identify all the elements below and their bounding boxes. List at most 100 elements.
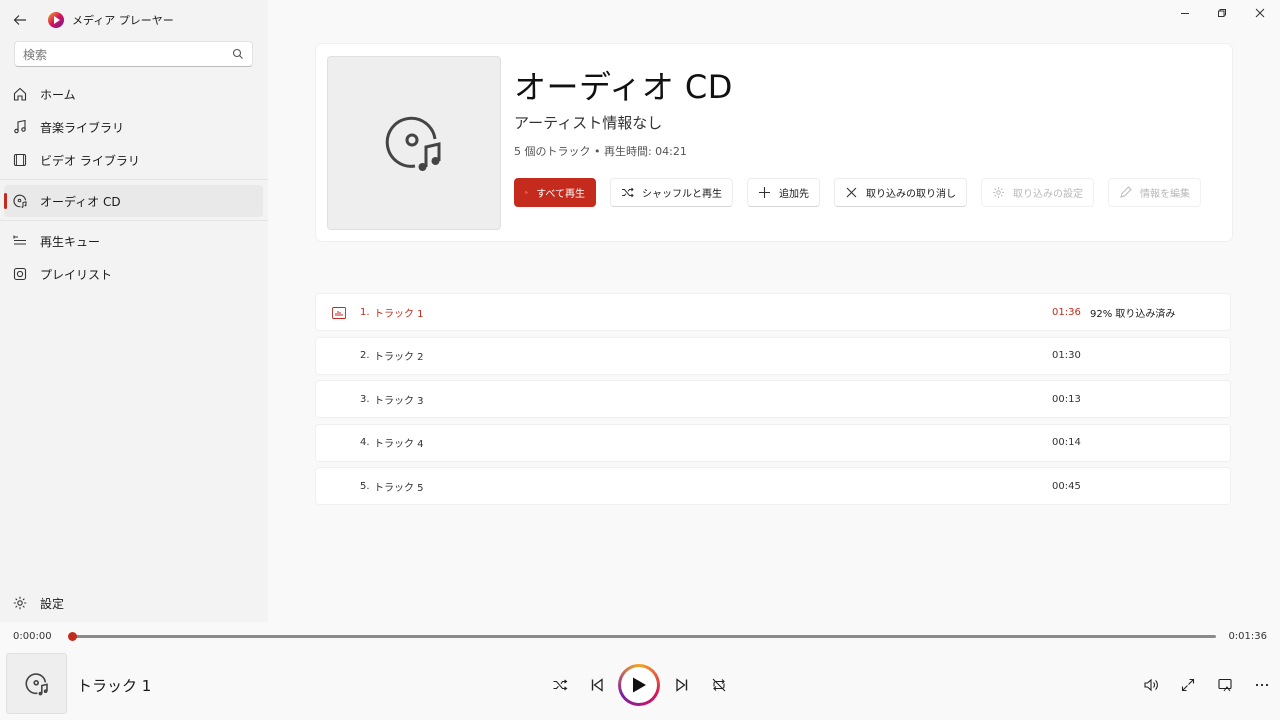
play-all-label: すべて再生 [536,189,585,200]
track-title: トラック 2 [374,352,424,363]
edit-info-button[interactable]: 情報を編集 [1108,178,1201,207]
volume-button[interactable] [1137,671,1165,699]
cd-icon [13,194,27,208]
elapsed-time: 0:00:00 [13,631,52,642]
sidebar-item-label: プレイリスト [40,267,113,282]
back-arrow-icon [13,15,26,25]
add-to-label: 追加先 [779,189,809,200]
cancel-rip-label: 取り込みの取り消し [866,189,956,200]
sidebar-item-play-queue[interactable]: 再生キュー [4,225,263,257]
sidebar-item-music-library[interactable]: 音楽ライブラリ [4,111,263,143]
now-playing-title: トラック 1 [77,677,152,695]
shuffle-button[interactable] [546,671,574,699]
table-row[interactable]: 1. トラック 1 01:36 92% 取り込み済み [315,293,1231,331]
table-row[interactable]: 4. トラック 4 00:14 [315,423,1231,462]
sidebar-item-label: 音楽ライブラリ [40,120,125,135]
sidebar-item-label: オーディオ CD [40,194,121,209]
nav-divider [0,220,268,221]
shuffle-icon [622,187,634,198]
now-playing-thumbnail[interactable] [6,653,67,714]
search-placeholder: 検索 [23,47,48,62]
app-title: メディア プレーヤー [72,14,174,27]
music-note-icon [14,119,26,134]
mini-player-icon [1218,678,1232,692]
fullscreen-button[interactable] [1174,671,1202,699]
previous-button[interactable] [583,671,611,699]
play-all-button[interactable]: すべて再生 [514,178,596,207]
track-duration: 00:45 [1052,480,1081,492]
track-number: 2. [360,350,370,361]
plus-icon [759,187,770,198]
gear-icon [993,187,1004,198]
table-row[interactable]: 2. トラック 2 01:30 [315,336,1231,375]
play-icon [633,677,646,693]
ellipsis-icon [1255,683,1269,687]
album-title: オーディオ CD [514,68,733,106]
sidebar-item-label: ホーム [40,87,76,102]
shuffle-play-button[interactable]: シャッフルと再生 [610,178,733,207]
search-icon[interactable] [232,48,244,60]
album-meta: 5 個のトラック • 再生時間: 04:21 [514,145,687,158]
play-icon [525,191,528,194]
track-number: 5. [360,480,370,492]
album-artist: アーティスト情報なし [514,114,663,132]
next-button[interactable] [668,671,696,699]
cd-music-icon [385,116,441,171]
sidebar-item-settings[interactable]: 設定 [4,587,263,619]
sidebar-item-label: 再生キュー [40,234,101,249]
rip-settings-button[interactable]: 取り込みの設定 [981,178,1094,207]
nav-divider [0,179,268,180]
rip-status: 92% 取り込み済み [1090,308,1176,320]
track-title: トラック 1 [374,308,424,320]
table-row[interactable]: 3. トラック 3 00:13 [315,380,1231,418]
previous-icon [591,678,603,692]
repeat-off-icon [712,678,726,692]
player-bar: 0:00:00 0:01:36 トラック 1 [0,622,1280,720]
table-row[interactable]: 5. トラック 5 00:45 [315,467,1231,505]
track-duration: 01:30 [1052,350,1081,361]
pencil-icon [1120,186,1132,198]
film-icon [13,153,27,167]
back-button[interactable] [0,0,40,40]
track-duration: 01:36 [1052,306,1081,318]
shuffle-play-label: シャッフルと再生 [642,189,722,200]
play-button[interactable] [618,664,660,706]
close-button[interactable] [1242,0,1278,26]
next-icon [676,678,688,692]
cd-music-icon [25,672,48,695]
track-list: 1. トラック 1 01:36 92% 取り込み済み 2. トラック 2 01:… [315,293,1231,511]
now-playing-equalizer-icon [332,307,346,319]
search-input[interactable]: 検索 [14,41,253,67]
volume-icon [1144,678,1158,692]
minimize-button[interactable] [1167,0,1203,26]
sidebar-item-label: ビデオ ライブラリ [40,153,140,168]
titlebar: メディア プレーヤー [0,0,268,40]
sidebar: メディア プレーヤー 検索 ホーム 音楽ライブラリ ビデオ ライブラリ オーディ… [0,0,268,622]
cancel-rip-button[interactable]: 取り込みの取り消し [834,178,967,207]
home-icon [13,87,27,101]
album-header: オーディオ CD アーティスト情報なし 5 個のトラック • 再生時間: 04:… [316,44,1232,241]
more-options-button[interactable] [1248,671,1276,699]
sidebar-item-home[interactable]: ホーム [4,78,263,110]
queue-icon [13,235,26,245]
track-title: トラック 3 [374,395,424,407]
add-to-button[interactable]: 追加先 [747,178,820,207]
maximize-button[interactable] [1204,0,1240,26]
seek-bar[interactable] [68,632,1216,641]
expand-icon [1181,678,1195,692]
total-time: 0:01:36 [1228,631,1267,642]
repeat-button[interactable] [705,671,733,699]
sidebar-item-audio-cd[interactable]: オーディオ CD [4,185,263,217]
playlist-icon [13,267,27,281]
track-duration: 00:13 [1052,393,1081,405]
sidebar-item-playlists[interactable]: プレイリスト [4,258,263,290]
track-number: 3. [360,393,370,405]
track-number: 1. [360,306,370,318]
close-icon [846,187,857,198]
track-title: トラック 4 [374,439,424,450]
mini-player-button[interactable] [1211,671,1239,699]
action-bar: すべて再生 シャッフルと再生 追加先 取り込みの取り消し 取り込みの設定 情報を… [514,178,1201,207]
sidebar-item-label: 設定 [40,596,65,611]
seek-handle[interactable] [68,632,77,641]
sidebar-item-video-library[interactable]: ビデオ ライブラリ [4,144,263,176]
